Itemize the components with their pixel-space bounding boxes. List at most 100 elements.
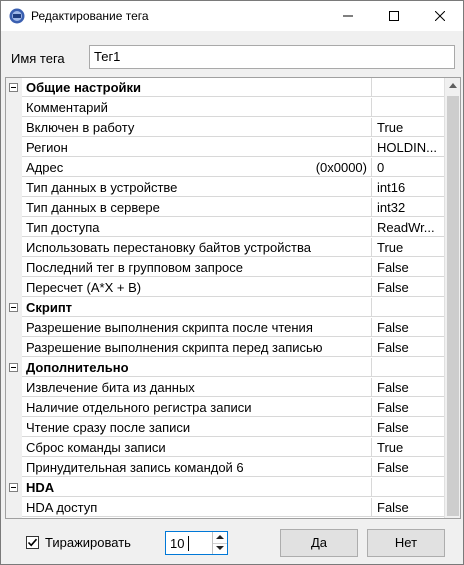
replicate-count-value[interactable]: 10 bbox=[170, 536, 184, 551]
property-value[interactable]: False bbox=[372, 418, 444, 437]
spinner-down-icon[interactable] bbox=[213, 543, 227, 554]
row-gutter bbox=[6, 258, 22, 278]
property-row[interactable]: Тип доступа ReadWr... bbox=[6, 218, 444, 238]
minimize-button[interactable] bbox=[325, 1, 371, 31]
replicate-count-spinner[interactable]: 10 bbox=[165, 531, 228, 555]
collapse-icon[interactable] bbox=[9, 363, 18, 372]
property-row[interactable]: Извлечение бита из данных False bbox=[6, 378, 444, 398]
property-name: Тип данных в сервере bbox=[22, 198, 372, 217]
property-row[interactable]: Принудительная запись командой 6 False bbox=[6, 458, 444, 478]
property-label: Наличие отдельного регистра записи bbox=[26, 400, 252, 415]
property-label: Разрешение выполнения скрипта перед запи… bbox=[26, 340, 323, 355]
property-row[interactable]: Регион HOLDIN... bbox=[6, 138, 444, 158]
property-label: HDA bbox=[26, 480, 55, 495]
property-row[interactable]: Использовать перестановку байтов устройс… bbox=[6, 238, 444, 258]
ok-button[interactable]: Да bbox=[280, 529, 358, 557]
property-value[interactable]: False bbox=[372, 318, 444, 337]
vertical-scrollbar[interactable] bbox=[444, 78, 460, 518]
property-row[interactable]: Тип данных в устройстве int16 bbox=[6, 178, 444, 198]
row-gutter bbox=[6, 218, 22, 238]
property-value[interactable]: False bbox=[372, 458, 444, 477]
property-value[interactable]: int16 bbox=[372, 178, 444, 197]
tag-name-input[interactable]: Тег1 bbox=[89, 45, 455, 69]
property-row[interactable]: Комментарий bbox=[6, 98, 444, 118]
property-label: Последний тег в групповом запросе bbox=[26, 260, 244, 275]
property-name: HDA доступ bbox=[22, 498, 372, 517]
property-value[interactable]: True bbox=[372, 438, 444, 457]
collapse-icon[interactable] bbox=[9, 483, 18, 492]
property-name: Разрешение выполнения скрипта перед запи… bbox=[22, 338, 372, 357]
property-row[interactable]: Включен в работу True bbox=[6, 118, 444, 138]
row-gutter bbox=[6, 378, 22, 398]
property-value[interactable]: int32 bbox=[372, 198, 444, 217]
category-value-cell bbox=[372, 358, 444, 377]
property-row[interactable]: Сброс команды записи True bbox=[6, 438, 444, 458]
collapse-icon[interactable] bbox=[9, 83, 18, 92]
property-label: Принудительная запись командой 6 bbox=[26, 460, 244, 475]
property-name: Последний тег в групповом запросе bbox=[22, 258, 372, 277]
row-gutter bbox=[6, 458, 22, 478]
replicate-checkbox[interactable] bbox=[26, 536, 39, 549]
spinner-buttons bbox=[212, 532, 227, 554]
property-row[interactable]: Наличие отдельного регистра записи False bbox=[6, 398, 444, 418]
property-name: Наличие отдельного регистра записи bbox=[22, 398, 372, 417]
row-gutter bbox=[6, 98, 22, 118]
cancel-button[interactable]: Нет bbox=[367, 529, 445, 557]
category-value-cell bbox=[372, 78, 444, 97]
property-value[interactable]: ReadWr... bbox=[372, 218, 444, 237]
property-name: Включен в работу bbox=[22, 118, 372, 137]
close-button[interactable] bbox=[417, 1, 463, 31]
property-row[interactable]: Последний тег в групповом запросе False bbox=[6, 258, 444, 278]
collapse-icon[interactable] bbox=[9, 303, 18, 312]
row-gutter bbox=[6, 158, 22, 178]
property-category[interactable]: Общие настройки bbox=[6, 78, 444, 98]
property-label: Общие настройки bbox=[26, 80, 141, 95]
property-value[interactable]: 0 bbox=[372, 158, 444, 177]
property-value[interactable] bbox=[372, 98, 444, 117]
property-value[interactable]: False bbox=[372, 278, 444, 297]
property-value[interactable]: HOLDIN... bbox=[372, 138, 444, 157]
property-category[interactable]: Дополнительно bbox=[6, 358, 444, 378]
property-name: Извлечение бита из данных bbox=[22, 378, 372, 397]
row-gutter bbox=[6, 78, 22, 98]
scroll-up-arrow-icon[interactable] bbox=[449, 83, 457, 88]
property-value[interactable]: True bbox=[372, 238, 444, 257]
window-title: Редактирование тега bbox=[31, 9, 149, 23]
scrollbar-thumb[interactable] bbox=[447, 96, 459, 516]
checkmark-icon bbox=[27, 538, 38, 547]
tag-name-label: Имя тега bbox=[11, 51, 65, 66]
property-value[interactable]: False bbox=[372, 498, 444, 517]
category-name: HDA bbox=[22, 478, 372, 497]
property-value[interactable]: False bbox=[372, 398, 444, 417]
property-value[interactable]: False bbox=[372, 338, 444, 357]
property-label: Тип данных в сервере bbox=[26, 200, 160, 215]
property-row[interactable]: Разрешение выполнения скрипта после чтен… bbox=[6, 318, 444, 338]
property-category[interactable]: HDA bbox=[6, 478, 444, 498]
property-name: Пересчет (A*X + B) bbox=[22, 278, 372, 297]
property-value[interactable]: True bbox=[372, 118, 444, 137]
property-label: Включен в работу bbox=[26, 120, 135, 135]
property-name: Чтение сразу после записи bbox=[22, 418, 372, 437]
row-gutter bbox=[6, 418, 22, 438]
title-bar[interactable]: Редактирование тега bbox=[1, 1, 463, 31]
property-row[interactable]: HDA доступ False bbox=[6, 498, 444, 518]
category-value-cell bbox=[372, 478, 444, 497]
property-name: Комментарий bbox=[22, 98, 372, 117]
property-row[interactable]: Разрешение выполнения скрипта перед запи… bbox=[6, 338, 444, 358]
row-gutter bbox=[6, 278, 22, 298]
minimize-icon bbox=[343, 15, 353, 17]
replicate-label[interactable]: Тиражировать bbox=[45, 535, 131, 550]
row-gutter bbox=[6, 318, 22, 338]
row-gutter bbox=[6, 138, 22, 158]
property-row[interactable]: Тип данных в сервере int32 bbox=[6, 198, 444, 218]
text-caret bbox=[188, 536, 189, 551]
maximize-button[interactable] bbox=[371, 1, 417, 31]
property-value[interactable]: False bbox=[372, 258, 444, 277]
property-row[interactable]: Чтение сразу после записи False bbox=[6, 418, 444, 438]
property-value[interactable]: False bbox=[372, 378, 444, 397]
property-row[interactable]: Адрес (0x0000) 0 bbox=[6, 158, 444, 178]
tag-edit-dialog: Редактирование тега Имя тега Тег1 Общие … bbox=[0, 0, 464, 565]
property-name: Принудительная запись командой 6 bbox=[22, 458, 372, 477]
property-row[interactable]: Пересчет (A*X + B) False bbox=[6, 278, 444, 298]
property-category[interactable]: Скрипт bbox=[6, 298, 444, 318]
